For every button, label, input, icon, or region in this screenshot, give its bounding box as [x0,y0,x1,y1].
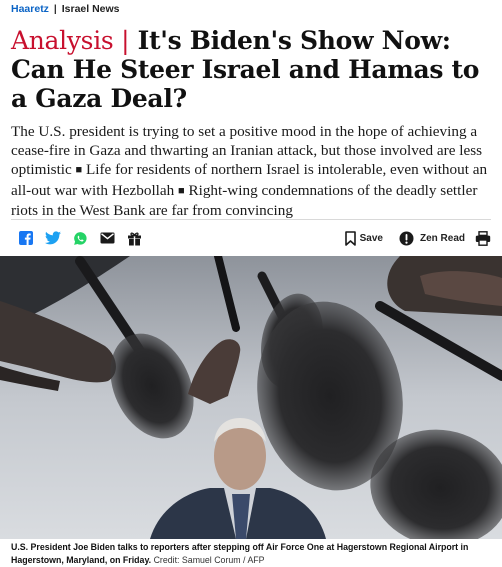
analysis-kicker[interactable]: Analysis | [11,26,130,55]
save-button[interactable]: Save [344,230,383,246]
article-photo [0,256,502,539]
article-subheadline: The U.S. president is trying to set a po… [11,122,495,220]
site-header: Haaretz | Israel News [11,3,120,15]
gift-icon[interactable] [126,230,142,246]
email-icon[interactable] [99,230,115,246]
printer-icon[interactable] [475,230,491,246]
photo-caption: U.S. President Joe Biden talks to report… [11,541,495,567]
zen-read-label: Zen Read [419,232,465,244]
facebook-icon[interactable] [18,230,34,246]
breadcrumb-separator: | [53,3,57,15]
zen-read-icon [399,231,414,245]
twitter-icon[interactable] [45,230,61,246]
bullet-square: ■ [178,184,185,197]
save-label: Save [359,232,383,244]
article-headline: Analysis | It's Biden's Show Now: Can He… [11,26,495,113]
bullet-square: ■ [75,164,83,177]
brand-link[interactable]: Haaretz [11,3,49,15]
share-bar [18,229,142,247]
zen-read-button[interactable]: Zen Read [399,231,465,246]
photo-credit: Credit: Samuel Corum / AFP [153,555,265,565]
bookmark-icon [344,230,356,246]
article-actions: Save Zen Read [344,228,491,248]
divider [11,219,491,220]
section-link[interactable]: Israel News [62,3,120,15]
whatsapp-icon[interactable] [72,230,88,246]
